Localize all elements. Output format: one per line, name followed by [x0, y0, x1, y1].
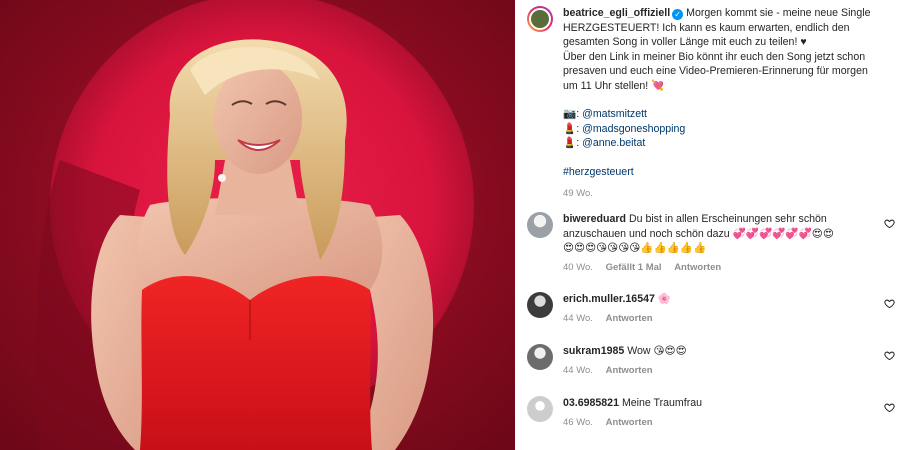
author-avatar[interactable] [527, 6, 553, 32]
commenter-avatar[interactable] [527, 344, 553, 370]
comment-item: erich.muller.16547 🌸 44 Wo. Antworten [527, 292, 895, 326]
commenter-username[interactable]: sukram1985 [563, 345, 624, 357]
reply-button[interactable]: Antworten [674, 262, 721, 273]
credit-line: 💄: @madsgoneshopping [563, 122, 686, 135]
comment-timestamp[interactable]: 44 Wo. [563, 365, 593, 376]
comment-item: sukram1985 Wow 😘😍😍 44 Wo. Antworten [527, 344, 895, 378]
comment-text: 😍😍😍😘😘😘😘👍👍👍👍👍 [563, 242, 707, 254]
caption-line: Morgen kommt sie - meine neue Single [686, 7, 871, 19]
comment-timestamp[interactable]: 44 Wo. [563, 313, 593, 324]
comment-text: anzuschauen und noch schön dazu 💞💞💞💞💞💞😍😍 [563, 227, 834, 240]
post-caption: beatrice_egli_offiziell ✓ Morgen kommt sie… [527, 6, 889, 202]
comment-item: 03.6985821 Meine Traumfrau 46 Wo. Antwor… [527, 396, 895, 430]
commenter-avatar[interactable] [527, 212, 553, 238]
caption-line: gesamten Song in voller Länge mit euch z… [563, 36, 807, 48]
commenter-username[interactable]: 03.6985821 [563, 397, 619, 409]
hashtag-link[interactable]: #herzgesteuert [563, 166, 634, 178]
post-details-panel: beatrice_egli_offiziell ✓ Morgen kommt sie… [515, 0, 900, 450]
credit-line: 📷: @matsmitzett [563, 108, 648, 120]
camera-emoji: 📷 [563, 108, 577, 120]
heart-outline-icon[interactable] [884, 298, 895, 309]
heart-outline-icon[interactable] [884, 350, 895, 361]
credit-link-makeup[interactable]: @anne.beitat [582, 137, 645, 149]
post-modal: beatrice_egli_offiziell ✓ Morgen kommt sie… [0, 0, 900, 450]
red-dress [140, 276, 372, 450]
caption-line: Über den Link in meiner Bio könnt ihr eu… [563, 50, 866, 63]
verified-badge-icon: ✓ [672, 9, 684, 20]
lipstick-emoji: 💄 [563, 122, 577, 135]
reply-button[interactable]: Antworten [606, 313, 653, 324]
post-photo[interactable] [0, 0, 515, 450]
comment-text: Du bist in allen Erscheinungen sehr schö… [628, 213, 827, 225]
commenter-avatar[interactable] [527, 396, 553, 422]
caption-line: um 11 Uhr stellen! 💘 [563, 79, 665, 92]
comment-item: biwereduard Du bist in allen Erscheinung… [527, 212, 895, 275]
comment-text: Meine Traumfrau [621, 397, 703, 409]
credit-link-photographer[interactable]: @matsmitzett [582, 108, 647, 120]
heart-outline-icon[interactable] [884, 402, 895, 413]
comment-timestamp[interactable]: 46 Wo. [563, 417, 593, 428]
comment-likes-count[interactable]: Gefällt 1 Mal [606, 262, 662, 273]
commenter-username[interactable]: erich.muller.16547 [563, 293, 655, 305]
credit-line: 💄: @anne.beitat [563, 137, 646, 149]
reply-button[interactable]: Antworten [606, 417, 653, 428]
lipstick-emoji: 💄 [563, 137, 577, 149]
comment-timestamp[interactable]: 40 Wo. [563, 262, 593, 273]
caption-line: HERZGESTEUERT! Ich kann es kaum erwarten… [563, 21, 850, 34]
caption-line: presaven und euch eine Video-Premieren-E… [563, 65, 868, 77]
photo-illustration [0, 0, 515, 450]
heart-outline-icon[interactable] [884, 218, 895, 229]
author-username[interactable]: beatrice_egli_offiziell [563, 7, 670, 19]
commenter-avatar[interactable] [527, 292, 553, 318]
commenter-username[interactable]: biwereduard [563, 213, 626, 225]
reply-button[interactable]: Antworten [606, 365, 653, 376]
credit-link-stylist[interactable]: @madsgoneshopping [582, 123, 685, 135]
comment-text: Wow 😘😍😍 [627, 345, 687, 357]
post-timestamp[interactable]: 49 Wo. [563, 187, 870, 202]
comment-text: 🌸 [657, 293, 672, 305]
